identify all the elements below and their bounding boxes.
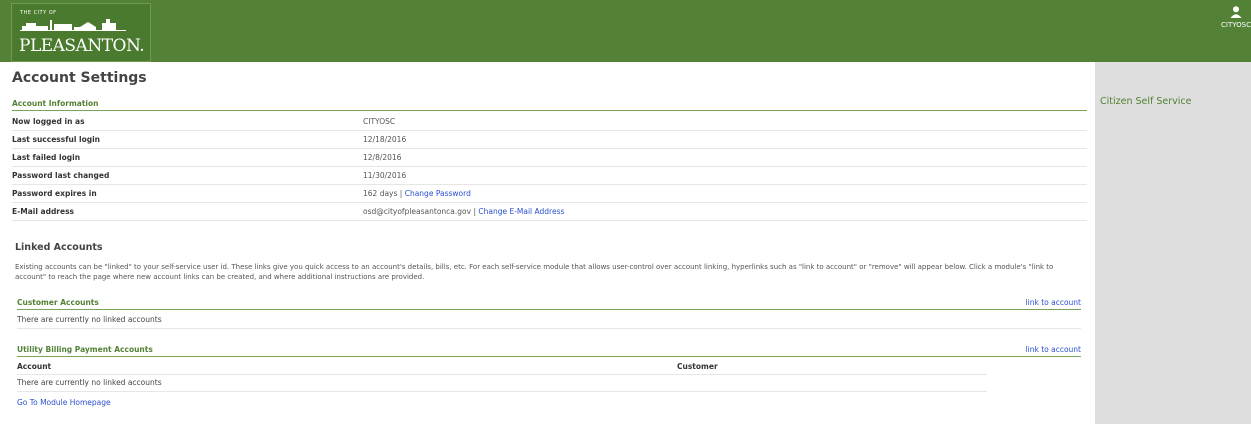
- sidebar-item-citizen-self-service[interactable]: Citizen Self Service: [1100, 96, 1192, 107]
- sidebar: Citizen Self Service: [1095, 62, 1251, 424]
- page-title: Account Settings: [12, 70, 147, 86]
- row-label: Now logged in as: [12, 113, 363, 131]
- password-expiry-text: 162 days |: [363, 189, 403, 198]
- customer-link-to-account[interactable]: link to account: [1026, 298, 1081, 307]
- logo-city-name: PLEASANTON.: [19, 36, 145, 56]
- table-row: Last failed login 12/8/2016: [12, 148, 1087, 167]
- city-logo[interactable]: THE CITY OF PLEASANTON.: [11, 3, 151, 62]
- utility-table-header: Account Customer: [17, 360, 987, 375]
- change-email-link[interactable]: Change E-Mail Address: [478, 207, 564, 216]
- row-label: Password expires in: [12, 184, 363, 203]
- row-value: 12/18/2016: [363, 130, 1087, 149]
- customer-accounts-title: Customer Accounts: [17, 298, 99, 307]
- utility-link-to-account[interactable]: link to account: [1026, 345, 1081, 354]
- linked-accounts-title: Linked Accounts: [15, 242, 103, 253]
- account-info-table: Now logged in as CITYOSC Last successful…: [12, 113, 1087, 221]
- utility-accounts-title: Utility Billing Payment Accounts: [17, 345, 153, 354]
- row-value: 11/30/2016: [363, 166, 1087, 185]
- table-row: Password last changed 11/30/2016: [12, 166, 1087, 185]
- linked-accounts-description: Existing accounts can be "linked" to you…: [15, 263, 1054, 281]
- row-value: 12/8/2016: [363, 148, 1087, 167]
- row-label: Last successful login: [12, 130, 363, 149]
- row-value: osd@cityofpleasantonca.gov | Change E-Ma…: [363, 202, 1087, 221]
- table-row: Password expires in 162 days | Change Pa…: [12, 184, 1087, 203]
- row-label: E-Mail address: [12, 202, 363, 221]
- account-info-heading: Account Information: [12, 99, 1087, 111]
- email-text: osd@cityofpleasantonca.gov |: [363, 207, 476, 216]
- row-value: CITYOSC: [363, 113, 1087, 131]
- utility-accounts-heading: Utility Billing Payment Accounts link to…: [17, 345, 1081, 357]
- customer-accounts-heading: Customer Accounts link to account: [17, 298, 1081, 310]
- utility-empty-row: There are currently no linked accounts: [17, 375, 987, 392]
- change-password-link[interactable]: Change Password: [405, 189, 471, 198]
- module-homepage-link[interactable]: Go To Module Homepage: [17, 398, 111, 407]
- user-icon: [1230, 6, 1242, 18]
- top-bar: THE CITY OF PLEASANTON. CITYOSC: [0, 0, 1251, 62]
- row-label: Last failed login: [12, 148, 363, 167]
- row-value: 162 days | Change Password: [363, 184, 1087, 203]
- user-menu[interactable]: CITYOSC: [1221, 6, 1251, 29]
- table-row: Now logged in as CITYOSC: [12, 113, 1087, 131]
- table-row: Last successful login 12/18/2016: [12, 130, 1087, 149]
- table-row: E-Mail address osd@cityofpleasantonca.go…: [12, 202, 1087, 221]
- customer-empty-row: There are currently no linked accounts: [17, 312, 1081, 329]
- skyline-icon: [20, 19, 126, 31]
- col-account: Account: [17, 362, 52, 371]
- row-label: Password last changed: [12, 166, 363, 185]
- col-customer: Customer: [677, 362, 718, 371]
- main-content: Account Settings Account Information Now…: [0, 62, 1095, 424]
- username: CITYOSC: [1221, 21, 1251, 29]
